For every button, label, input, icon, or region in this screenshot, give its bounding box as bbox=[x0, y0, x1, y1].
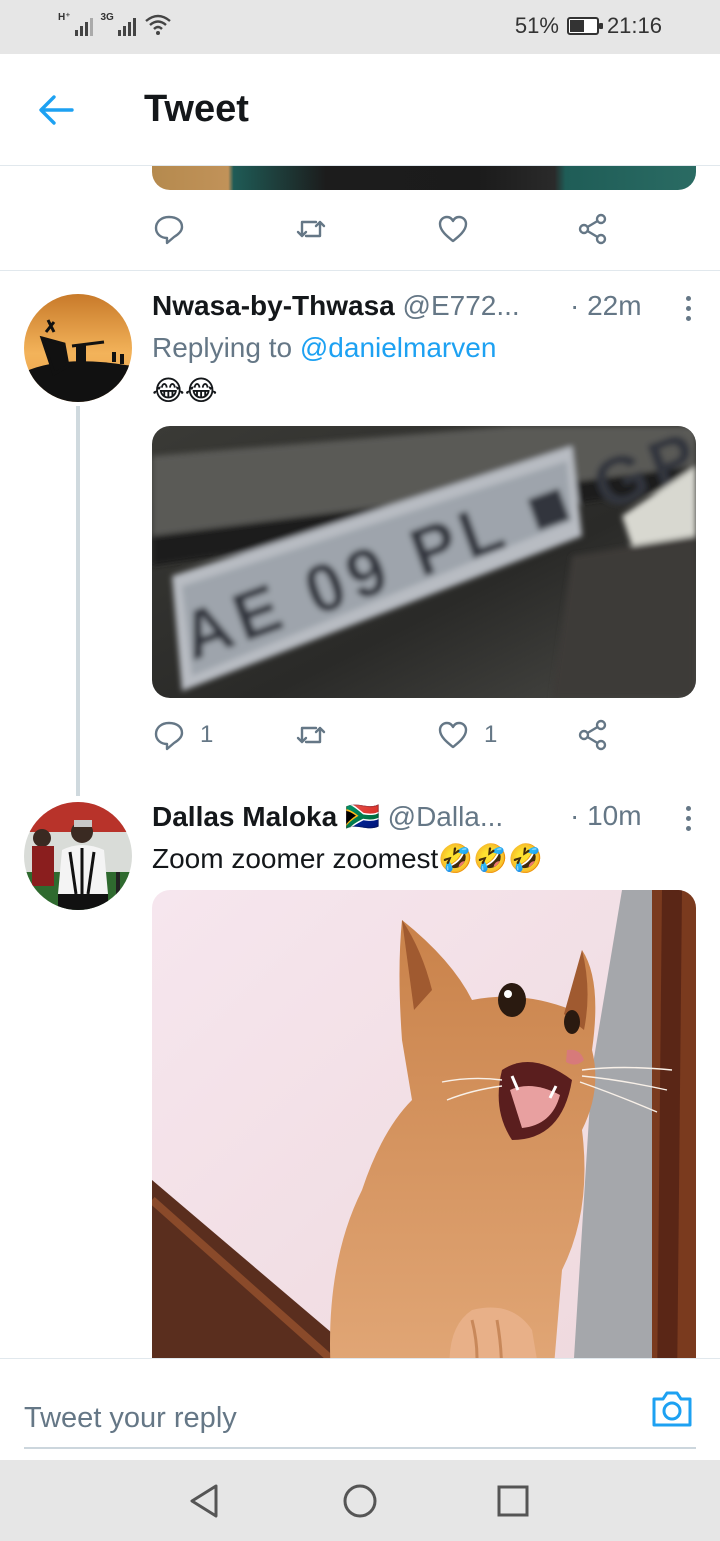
camera-icon[interactable] bbox=[650, 1389, 694, 1429]
reply-icon bbox=[154, 721, 184, 751]
retweet-button[interactable] bbox=[294, 718, 342, 752]
status-bar-right: 51% 21:16 bbox=[515, 13, 662, 39]
reply-icon bbox=[154, 215, 184, 245]
signal-icon: H⁺ bbox=[58, 12, 93, 36]
flag-emoji: 🇿🇦 bbox=[344, 801, 380, 832]
like-button[interactable] bbox=[436, 212, 484, 246]
author-handle: @Dalla... bbox=[387, 801, 504, 832]
share-button[interactable] bbox=[576, 718, 610, 752]
reply-input[interactable] bbox=[24, 1389, 696, 1449]
system-nav-bar bbox=[0, 1460, 720, 1541]
network-type-1: H⁺ bbox=[58, 12, 71, 23]
battery-icon bbox=[566, 17, 603, 35]
replying-to: Replying to @danielmarven bbox=[152, 332, 496, 364]
reply-button[interactable]: 1 bbox=[152, 718, 213, 752]
like-count: 1 bbox=[484, 721, 498, 748]
avatar-image bbox=[24, 802, 132, 910]
wifi-icon bbox=[145, 14, 171, 35]
more-options-icon[interactable] bbox=[674, 296, 702, 326]
author-name[interactable]: Dallas Maloka 🇿🇦 @Dalla... bbox=[152, 800, 503, 833]
license-plate-image: AE 09 PL ■ GP bbox=[152, 426, 696, 698]
cat-image bbox=[152, 890, 696, 1358]
status-bar-left: H⁺ 3G bbox=[58, 12, 172, 36]
author-name-text: Nwasa-by-Thwasa bbox=[152, 290, 395, 321]
tweet-text: Zoom zoomer zoomest🤣🤣🤣 bbox=[152, 843, 543, 874]
battery-percent: 51% bbox=[514, 13, 559, 38]
network-type-2: 3G bbox=[100, 12, 114, 23]
page-title: Tweet bbox=[144, 88, 249, 130]
author-name-text: Dallas Maloka bbox=[152, 801, 338, 832]
previous-tweet-actions bbox=[152, 212, 622, 252]
timestamp: · 10m bbox=[570, 800, 642, 831]
thread-connector bbox=[76, 406, 80, 796]
status-bar: H⁺ 3G 51% 21:16 bbox=[0, 0, 720, 54]
tweet-media-image[interactable] bbox=[152, 890, 696, 1358]
retweet-icon bbox=[296, 220, 326, 238]
avatar-image bbox=[24, 294, 132, 402]
retweet-icon bbox=[296, 726, 326, 744]
reply-count: 1 bbox=[200, 721, 214, 748]
share-icon bbox=[578, 719, 607, 751]
nav-home-icon[interactable] bbox=[341, 1482, 379, 1520]
tweet-text: 😂😂 bbox=[152, 375, 218, 406]
replying-handle-link[interactable]: @danielmarven bbox=[300, 332, 497, 363]
timestamp: · 22m bbox=[570, 290, 642, 321]
arrow-left-icon[interactable] bbox=[36, 90, 76, 130]
reply-button[interactable] bbox=[152, 212, 200, 246]
tweet-header: Nwasa-by-Thwasa @E772... · 22m bbox=[152, 290, 702, 330]
more-options-icon[interactable] bbox=[674, 806, 702, 836]
tweet-actions: 1 1 bbox=[152, 718, 622, 758]
share-icon bbox=[578, 213, 607, 245]
heart-icon bbox=[438, 721, 468, 749]
nav-recents-icon[interactable] bbox=[494, 1482, 532, 1520]
tweet-header: Dallas Maloka 🇿🇦 @Dalla... · 10m bbox=[152, 800, 702, 840]
author-name[interactable]: Nwasa-by-Thwasa @E772... bbox=[152, 290, 520, 322]
nav-back-icon[interactable] bbox=[186, 1482, 224, 1520]
share-button[interactable] bbox=[576, 212, 610, 246]
tweet-media-image[interactable]: AE 09 PL ■ GP bbox=[152, 426, 696, 698]
tweet-thread[interactable]: Nwasa-by-Thwasa @E772... · 22m Replying … bbox=[0, 166, 720, 1358]
top-app-bar: Tweet bbox=[0, 54, 720, 166]
like-button[interactable]: 1 bbox=[436, 718, 497, 752]
avatar[interactable] bbox=[24, 294, 132, 402]
clock: 21:16 bbox=[606, 13, 662, 38]
previous-tweet-media[interactable] bbox=[152, 166, 696, 190]
heart-icon bbox=[438, 215, 468, 243]
replying-prefix: Replying to bbox=[152, 332, 300, 363]
signal-icon: 3G bbox=[101, 12, 136, 36]
author-handle: @E772... bbox=[402, 290, 520, 321]
reply-bar bbox=[0, 1358, 720, 1460]
divider bbox=[0, 270, 720, 271]
retweet-button[interactable] bbox=[294, 212, 342, 246]
avatar[interactable] bbox=[24, 802, 132, 910]
